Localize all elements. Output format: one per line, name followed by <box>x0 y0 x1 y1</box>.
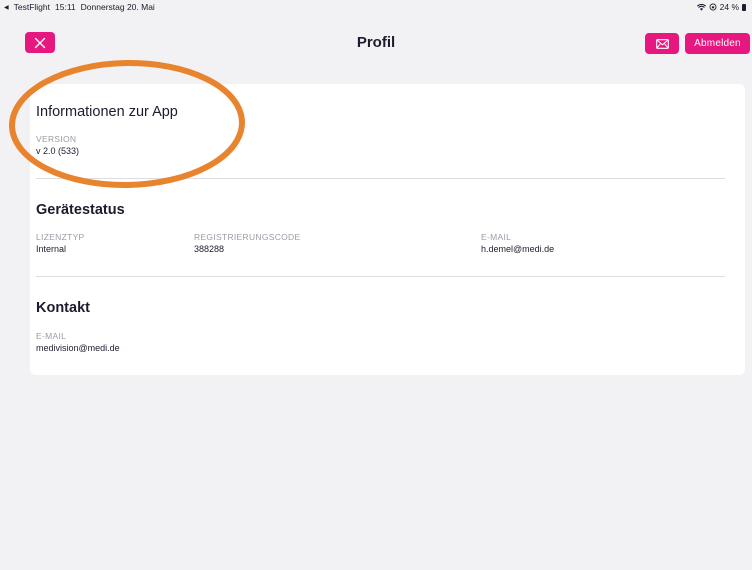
device-email-value: h.demel@medi.de <box>481 244 555 254</box>
section-title-app-info: Informationen zur App <box>36 104 178 120</box>
version-value: v 2.0 (533) <box>36 146 80 156</box>
version-label: VERSION <box>36 134 77 144</box>
page-title: Profil <box>356 34 396 51</box>
license-type-label: LIZENZTYP <box>36 232 85 242</box>
divider <box>36 178 725 179</box>
section-title-device-status: Gerätestatus <box>36 202 125 218</box>
registration-code-label: REGISTRIERUNGSCODE <box>194 232 301 242</box>
divider <box>36 276 725 277</box>
contact-email-value[interactable]: medivision@medi.de <box>36 343 120 353</box>
mail-icon <box>655 38 669 49</box>
section-title-contact: Kontakt <box>36 300 90 316</box>
license-type-value: Internal <box>36 244 67 254</box>
registration-code-value: 388288 <box>194 244 225 254</box>
logout-button[interactable]: Abmelden <box>685 33 750 54</box>
profile-card: Informationen zur App VERSION v 2.0 (533… <box>30 84 745 375</box>
profile-screen: ◀ TestFlight 15:11 Donnerstag 20. Mai 24… <box>0 0 752 570</box>
mail-button[interactable] <box>645 33 679 54</box>
device-email-label: E-MAIL <box>481 232 512 242</box>
header: Profil Abmelden <box>0 0 752 54</box>
contact-email-label: E-MAIL <box>36 331 67 341</box>
